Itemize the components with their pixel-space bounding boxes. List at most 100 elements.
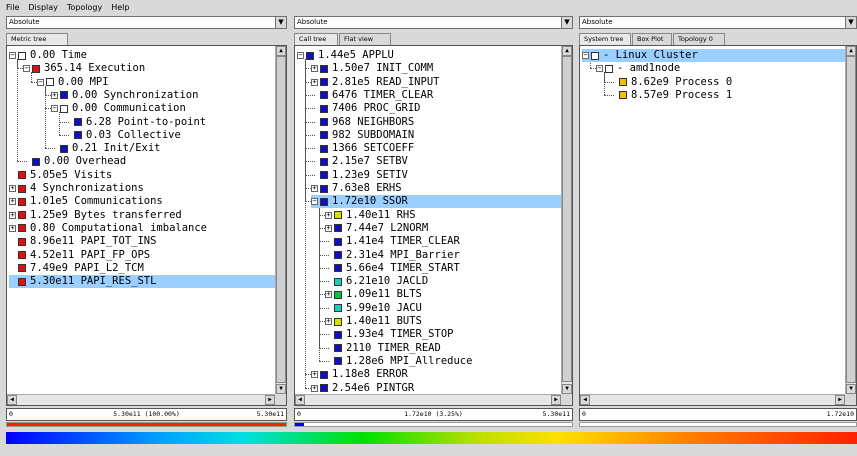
scroll-left-icon[interactable]: ◀: [580, 395, 590, 405]
scroll-right-icon[interactable]: ▶: [265, 395, 275, 405]
scroll-thumb[interactable]: [562, 56, 572, 382]
tree-node[interactable]: +1.50e7 INIT_COMM: [311, 62, 433, 75]
scroll-up-icon[interactable]: ▲: [276, 46, 286, 56]
tree-node[interactable]: − 1.44e5 APPLU: [297, 49, 394, 62]
collapse-icon[interactable]: −: [37, 78, 44, 86]
dropdown-arrow-icon[interactable]: ▼: [275, 17, 286, 28]
tree-node[interactable]: 7.49e9 PAPI_L2_TCM: [9, 262, 144, 275]
tree-node[interactable]: 1.41e4 TIMER_CLEAR: [325, 235, 460, 248]
tab-system-tree[interactable]: System tree: [579, 33, 631, 45]
collapse-icon[interactable]: −: [582, 52, 589, 59]
tree-node[interactable]: 2.31e4 MPI_Barrier: [325, 249, 460, 262]
collapse-icon[interactable]: −: [596, 65, 603, 73]
scroll-left-icon[interactable]: ◀: [7, 395, 17, 405]
menu-help[interactable]: Help: [111, 3, 129, 12]
tree-node[interactable]: +0.80 Computational imbalance: [9, 222, 207, 235]
tree-node[interactable]: 1.23e9 SETIV: [311, 169, 408, 182]
tree-node[interactable]: − 365.14 Execution: [23, 62, 145, 75]
scroll-right-icon[interactable]: ▶: [835, 395, 845, 405]
tree-node[interactable]: 8.57e9 Process 1: [610, 89, 732, 102]
expand-icon[interactable]: +: [9, 211, 16, 219]
expand-icon[interactable]: +: [9, 198, 16, 206]
scroll-down-icon[interactable]: ▼: [276, 384, 286, 394]
dropdown-arrow-icon[interactable]: ▼: [845, 17, 856, 28]
tree-node[interactable]: +1.01e5 Communications: [9, 195, 163, 208]
vertical-scrollbar[interactable]: ▲ ▼: [561, 46, 572, 394]
tree-node[interactable]: 6.28 Point-to-point: [65, 116, 206, 129]
menu-file[interactable]: File: [6, 3, 19, 12]
collapse-icon[interactable]: −: [23, 65, 30, 73]
tree-node[interactable]: 2.15e7 SETBV: [311, 155, 408, 168]
tree-node[interactable]: +0.00 Synchronization: [51, 89, 198, 102]
tree-node[interactable]: +1.40e11 RHS: [325, 209, 416, 222]
dropdown-arrow-icon[interactable]: ▼: [561, 17, 572, 28]
vertical-scrollbar[interactable]: ▲ ▼: [275, 46, 286, 394]
tree-node[interactable]: 1366 SETCOEFF: [311, 142, 414, 155]
vertical-scrollbar[interactable]: ▲ ▼: [845, 46, 856, 394]
tree-node[interactable]: − - amd1node: [596, 62, 680, 75]
tree-node[interactable]: +2.54e6 PINTGR: [311, 382, 414, 395]
tree-node[interactable]: 1.28e6 MPI_Allreduce: [325, 355, 472, 368]
call-value-mode-select[interactable]: Absolute ▼: [294, 16, 573, 29]
horizontal-scrollbar[interactable]: ◀ ▶: [7, 394, 275, 405]
tree-node[interactable]: 0.21 Init/Exit: [51, 142, 161, 155]
scroll-right-icon[interactable]: ▶: [551, 395, 561, 405]
tree-node[interactable]: 4.52e11 PAPI_FP_OPS: [9, 249, 150, 262]
tree-node[interactable]: +1.25e9 Bytes transferred: [9, 209, 182, 222]
menu-display[interactable]: Display: [28, 3, 58, 12]
collapse-icon[interactable]: −: [9, 52, 16, 59]
tree-node[interactable]: 5.30e11 PAPI_RES_STL: [9, 275, 275, 289]
expand-icon[interactable]: +: [325, 318, 332, 325]
scroll-down-icon[interactable]: ▼: [562, 384, 572, 394]
tree-node[interactable]: 5.05e5 Visits: [9, 169, 112, 182]
tree-node[interactable]: 982 SUBDOMAIN: [311, 129, 414, 142]
tree-node[interactable]: 6476 TIMER_CLEAR: [311, 89, 433, 102]
tree-node[interactable]: +1.18e8 ERROR: [311, 368, 408, 381]
collapse-icon[interactable]: −: [51, 105, 58, 113]
expand-icon[interactable]: +: [9, 185, 16, 192]
tree-node[interactable]: − 0.00 Time: [9, 49, 87, 62]
tab-box-plot[interactable]: Box Plot: [632, 33, 672, 45]
tab-topology-0[interactable]: Topology 0: [673, 33, 725, 45]
metric-value-mode-select[interactable]: Absolute ▼: [6, 16, 287, 29]
tree-node[interactable]: +7.44e7 L2NORM: [325, 222, 428, 235]
expand-icon[interactable]: +: [325, 291, 332, 299]
collapse-icon[interactable]: −: [297, 52, 304, 59]
tree-node[interactable]: 6.21e10 JACLD: [325, 275, 428, 288]
horizontal-scrollbar[interactable]: ◀ ▶: [295, 394, 561, 405]
menu-topology[interactable]: Topology: [67, 3, 102, 12]
tab-metric-tree[interactable]: Metric tree: [6, 33, 68, 45]
expand-icon[interactable]: +: [311, 185, 318, 192]
expand-icon[interactable]: +: [311, 78, 318, 86]
tree-node[interactable]: 7406 PROC_GRID: [311, 102, 421, 115]
horizontal-scrollbar[interactable]: ◀ ▶: [580, 394, 845, 405]
tree-node[interactable]: − - Linux Cluster: [582, 49, 845, 62]
tab-flat-view[interactable]: Flat view: [339, 33, 391, 45]
tree-node[interactable]: 2110 TIMER_READ: [325, 342, 441, 355]
tree-node[interactable]: 8.96e11 PAPI_TOT_INS: [9, 235, 156, 248]
expand-icon[interactable]: +: [51, 91, 58, 99]
tree-node[interactable]: 1.93e4 TIMER_STOP: [325, 328, 453, 341]
tree-node[interactable]: − 0.00 Communication: [51, 102, 186, 115]
tab-call-tree[interactable]: Call tree: [294, 33, 338, 45]
tree-node[interactable]: − 1.72e10 SSOR: [311, 195, 561, 209]
collapse-icon[interactable]: −: [311, 198, 318, 206]
expand-icon[interactable]: +: [9, 224, 16, 232]
tree-node[interactable]: 968 NEIGHBORS: [311, 116, 414, 129]
tree-node[interactable]: 0.03 Collective: [65, 129, 181, 142]
tree-node[interactable]: 0.00 Overhead: [23, 155, 126, 168]
tree-node[interactable]: 5.66e4 TIMER_START: [325, 262, 460, 275]
tree-node[interactable]: 8.62e9 Process 0: [610, 76, 732, 89]
tree-node[interactable]: 5.99e10 JACU: [325, 302, 422, 315]
scroll-up-icon[interactable]: ▲: [562, 46, 572, 56]
scroll-left-icon[interactable]: ◀: [295, 395, 305, 405]
expand-icon[interactable]: +: [311, 371, 318, 379]
system-value-mode-select[interactable]: Absolute ▼: [579, 16, 857, 29]
tree-node[interactable]: +1.40e11 BUTS: [325, 315, 422, 328]
expand-icon[interactable]: +: [325, 211, 332, 219]
tree-node[interactable]: +1.09e11 BLTS: [325, 288, 422, 301]
scroll-down-icon[interactable]: ▼: [846, 384, 856, 394]
scroll-up-icon[interactable]: ▲: [846, 46, 856, 56]
expand-icon[interactable]: +: [311, 65, 318, 73]
tree-node[interactable]: +2.81e5 READ_INPUT: [311, 76, 439, 89]
